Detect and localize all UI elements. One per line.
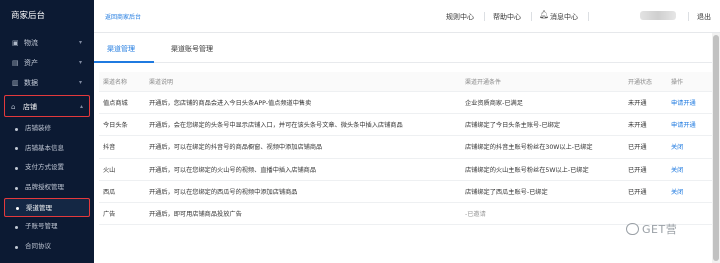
channel-name: 值点商城 xyxy=(103,100,128,108)
sidebar-item-label: 数据 xyxy=(24,79,38,87)
channel-desc: 开通后，会在您绑定的头条号中显示店铺入口，并可在该头条号文章、微头条中插入店铺商… xyxy=(149,122,403,130)
watermark: GET营 xyxy=(626,220,677,240)
divider xyxy=(688,12,689,21)
sidebar-sub-channel-management[interactable]: 渠道管理 xyxy=(4,197,90,218)
table-row: 值点商城 开通后，您店铺的商品会进入今日头条APP-值点频道中售卖 企业资质商家… xyxy=(99,92,712,115)
table-row: 广告 开通后，即可用店铺商品投放广告 -已邀请 xyxy=(99,203,712,226)
sidebar-item-assets[interactable]: ▤ 资产 ▾ xyxy=(0,53,94,73)
sidebar-item-logistics[interactable]: ▣ 物流 ▾ xyxy=(0,33,94,53)
channel-status: 已开通 xyxy=(628,144,647,152)
channel-cond: 店铺绑定的抖音主账号粉丝在30W以上-已绑定 xyxy=(465,144,593,152)
channel-name: 今日头条 xyxy=(103,122,128,130)
message-center-link[interactable]: 消息中心 xyxy=(550,12,578,22)
col-header-status: 开通状态 xyxy=(628,79,653,86)
channel-desc: 开通后，可以在绑定的抖音号的商品橱窗、视频中添加店铺商品 xyxy=(149,144,323,152)
channel-status: 未开通 xyxy=(628,122,647,130)
tab-channel-management[interactable]: 渠道管理 xyxy=(107,44,135,54)
channel-cond: 店铺绑定的火山主账号粉丝在5W以上-已绑定 xyxy=(465,166,589,174)
sidebar: 商家后台 ▣ 物流 ▾ ▤ 资产 ▾ ▥ 数据 ▾ ⌂ 店铺 ▴ 店铺装修 店铺基本信息… xyxy=(0,0,94,263)
sidebar-item-label: 物流 xyxy=(24,39,38,47)
channel-desc: 开通后，您店铺的商品会进入今日头条APP-值点频道中售卖 xyxy=(149,100,312,108)
channel-cond: -已邀请 xyxy=(465,211,486,219)
sidebar-sub-basic-info[interactable]: 店铺基本信息 xyxy=(0,139,94,159)
bell-icon[interactable]: 🔔︎ xyxy=(539,10,549,19)
col-header-cond: 渠道开通条件 xyxy=(465,79,502,86)
apply-open-link[interactable]: 申请开通 xyxy=(671,114,696,135)
logout-link[interactable]: 退出 xyxy=(697,12,711,22)
chevron-up-icon: ▴ xyxy=(79,103,83,110)
main-panel: 渠道管理 渠道账号管理 渠道名称 渠道说明 渠道开通条件 开通状态 操作 值点商… xyxy=(94,33,712,263)
divider xyxy=(588,12,589,21)
table-row: 火山 开通后，可以在您绑定的火山号的视频、直播中插入店铺商品 店铺绑定的火山主账… xyxy=(99,159,712,181)
rules-center-link[interactable]: 规则中心 xyxy=(446,12,474,22)
chevron-down-icon: ▾ xyxy=(78,59,82,66)
top-bar: 返回商家后台 规则中心 帮助中心 🔔︎ 消息中心 退出 xyxy=(94,0,720,33)
tab-channel-account-management[interactable]: 渠道账号管理 xyxy=(171,44,213,54)
sidebar-item-label: 店铺 xyxy=(23,103,37,111)
logistics-icon: ▣ xyxy=(12,39,19,47)
table-row: 抖音 开通后，可以在绑定的抖音号的商品橱窗、视频中添加店铺商品 店铺绑定的抖音主… xyxy=(99,136,712,159)
channel-status: 已开通 xyxy=(628,188,647,196)
col-header-name: 渠道名称 xyxy=(103,79,128,86)
table-row: 今日头条 开通后，会在您绑定的头条号中显示店铺入口，并可在该头条号文章、微头条中… xyxy=(99,114,712,137)
help-center-link[interactable]: 帮助中心 xyxy=(493,12,521,22)
channel-status: 已开通 xyxy=(628,166,647,174)
sidebar-item-store[interactable]: ⌂ 店铺 ▴ xyxy=(4,95,90,117)
chevron-down-icon: ▾ xyxy=(78,79,82,86)
channel-cond: 企业资质商家-已满足 xyxy=(465,100,523,108)
channel-name: 西瓜 xyxy=(103,188,116,196)
channel-status: 未开通 xyxy=(628,100,647,108)
data-icon: ▥ xyxy=(12,79,19,87)
divider xyxy=(484,12,485,21)
sidebar-sub-contract[interactable]: 合同协议 xyxy=(0,237,94,257)
channel-desc: 开通后，即可用店铺商品投放广告 xyxy=(149,211,242,219)
close-link[interactable]: 关闭 xyxy=(671,159,683,180)
channel-name: 火山 xyxy=(103,166,116,174)
channel-table: 渠道名称 渠道说明 渠道开通条件 开通状态 操作 值点商城 开通后，您店铺的商品… xyxy=(99,72,712,226)
sidebar-item-data[interactable]: ▥ 数据 ▾ xyxy=(0,73,94,93)
tab-bar: 渠道管理 渠道账号管理 xyxy=(94,33,712,63)
close-link[interactable]: 关闭 xyxy=(671,181,683,202)
col-header-desc: 渠道说明 xyxy=(149,79,174,86)
sidebar-item-label: 资产 xyxy=(24,59,38,67)
brand-title: 商家后台 xyxy=(11,11,46,21)
channel-cond: 店铺绑定了今日头条主账号-已绑定 xyxy=(465,122,561,130)
channel-desc: 开通后，可以在您绑定的火山号的视频、直播中插入店铺商品 xyxy=(149,166,317,174)
col-header-action: 操作 xyxy=(671,79,684,86)
sidebar-sub-subaccount[interactable]: 子账号管理 xyxy=(0,217,94,237)
apply-open-link[interactable]: 申请开通 xyxy=(671,92,696,113)
sidebar-sub-decoration[interactable]: 店铺装修 xyxy=(0,119,94,139)
active-tab-indicator xyxy=(94,61,154,63)
wechat-icon xyxy=(626,223,639,235)
channel-name: 广告 xyxy=(103,211,116,219)
store-icon: ⌂ xyxy=(11,103,16,111)
account-name-blurred[interactable] xyxy=(640,11,676,20)
scrollbar[interactable] xyxy=(712,33,720,263)
channel-name: 抖音 xyxy=(103,144,116,152)
divider xyxy=(531,12,532,21)
sidebar-sub-payment[interactable]: 支付方式设置 xyxy=(0,158,94,178)
channel-cond: 店铺绑定了西瓜主账号-已绑定 xyxy=(465,188,548,196)
scrollbar-thumb[interactable] xyxy=(713,35,719,261)
close-link[interactable]: 关闭 xyxy=(671,136,683,157)
watermark-text: GET营 xyxy=(642,223,678,236)
table-header-row: 渠道名称 渠道说明 渠道开通条件 开通状态 操作 xyxy=(99,72,712,92)
assets-icon: ▤ xyxy=(12,59,19,67)
table-row: 西瓜 开通后，可以在您绑定的西瓜号的视频中添加店铺商品 店铺绑定了西瓜主账号-已… xyxy=(99,181,712,203)
channel-desc: 开通后，可以在您绑定的西瓜号的视频中添加店铺商品 xyxy=(149,188,298,196)
back-to-seller-link[interactable]: 返回商家后台 xyxy=(105,12,141,21)
sidebar-sub-brand-auth[interactable]: 品牌授权管理 xyxy=(0,178,94,198)
chevron-down-icon: ▾ xyxy=(78,39,82,46)
